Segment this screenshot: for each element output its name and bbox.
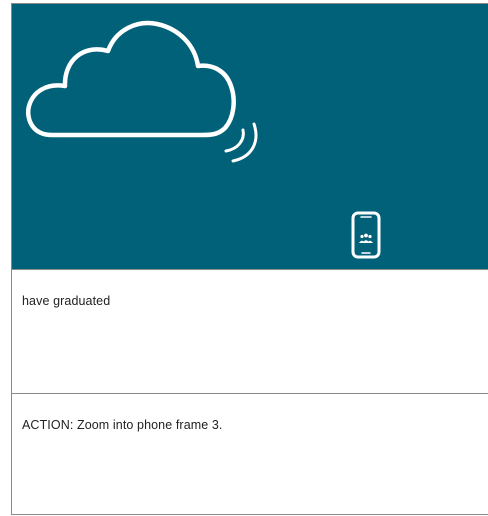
action-panel: ACTION: Zoom into phone frame 3. bbox=[12, 393, 488, 515]
illustration-banner bbox=[12, 4, 488, 269]
caption-panel: have graduated bbox=[12, 269, 488, 393]
storyboard-frame: have graduated ACTION: Zoom into phone f… bbox=[11, 3, 488, 515]
action-text: ACTION: Zoom into phone frame 3. bbox=[22, 418, 223, 432]
caption-text: have graduated bbox=[22, 294, 111, 308]
